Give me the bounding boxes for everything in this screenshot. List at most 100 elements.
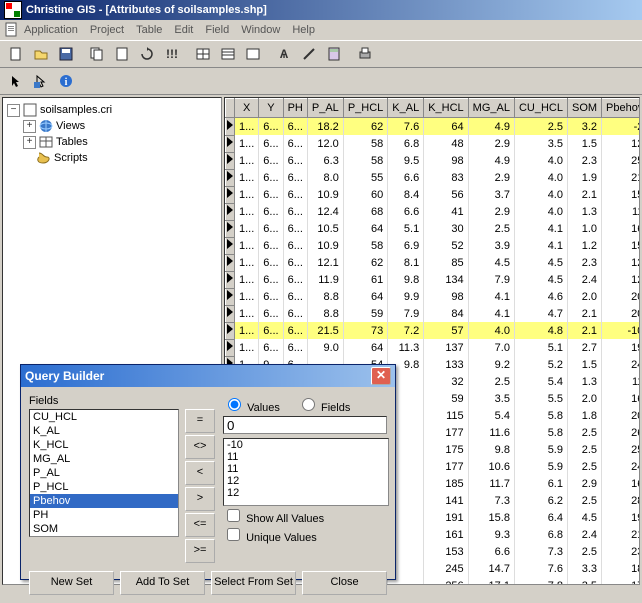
cell[interactable]: 9.9 (388, 288, 424, 305)
cell[interactable]: 20 (602, 288, 640, 305)
cell[interactable]: 6... (259, 237, 283, 254)
cell[interactable]: 1.9 (567, 169, 601, 186)
cell[interactable]: 2.5 (468, 220, 514, 237)
refresh-button[interactable] (135, 42, 159, 66)
cell[interactable]: 6... (283, 203, 307, 220)
cell[interactable]: 4.5 (514, 271, 567, 288)
cell[interactable]: 5.9 (514, 458, 567, 475)
cell[interactable]: 134 (424, 271, 468, 288)
cell[interactable]: 9.0 (307, 339, 343, 356)
cell[interactable]: 7.0 (468, 339, 514, 356)
menu-help[interactable]: Help (292, 24, 315, 36)
field-item[interactable]: K_AL (30, 424, 178, 438)
info-button[interactable]: i (54, 69, 78, 93)
cell[interactable]: 2.1 (567, 322, 601, 339)
cell[interactable]: 6.6 (388, 169, 424, 186)
cell[interactable]: 2.9 (468, 135, 514, 152)
column-header[interactable]: CU_HCL (514, 99, 567, 118)
cell[interactable]: 2.5 (567, 492, 601, 509)
cell[interactable]: 17.1 (468, 577, 514, 585)
cell[interactable]: 64 (424, 118, 468, 136)
cell[interactable]: 8.0 (307, 169, 343, 186)
cell[interactable]: 6... (283, 254, 307, 271)
cell[interactable]: 5.4 (468, 407, 514, 424)
cell[interactable]: 6... (283, 169, 307, 186)
cell[interactable]: 25 (602, 441, 640, 458)
column-header[interactable]: MG_AL (468, 99, 514, 118)
cell[interactable]: 62 (343, 118, 387, 136)
cell[interactable]: 57 (424, 322, 468, 339)
cell[interactable]: 5.5 (514, 390, 567, 407)
cell[interactable]: 10.9 (307, 186, 343, 203)
cell[interactable]: 9.3 (468, 526, 514, 543)
add-to-set-button[interactable]: Add To Set (120, 571, 205, 595)
cell[interactable]: 1... (235, 237, 259, 254)
cell[interactable]: 18 (602, 560, 640, 577)
cell[interactable]: 2.3 (567, 254, 601, 271)
radio-fields[interactable]: Fields (297, 402, 350, 414)
cell[interactable]: 6... (259, 203, 283, 220)
operator-button[interactable]: >= (185, 539, 215, 563)
field-item[interactable]: K_HCL (30, 438, 178, 452)
cell[interactable]: 1.2 (567, 237, 601, 254)
field-item[interactable]: SOM (30, 522, 178, 536)
paste-button[interactable] (110, 42, 134, 66)
cell[interactable]: 4.9 (468, 118, 514, 136)
cell[interactable]: 20 (602, 305, 640, 322)
cell[interactable]: 6.4 (514, 509, 567, 526)
cell[interactable]: 11 (602, 373, 640, 390)
column-header[interactable]: X (235, 99, 259, 118)
cell[interactable]: 177 (424, 424, 468, 441)
cell[interactable]: 5.9 (514, 441, 567, 458)
cell[interactable]: 62 (343, 254, 387, 271)
column-header[interactable]: P_AL (307, 99, 343, 118)
cell[interactable]: 4.7 (514, 305, 567, 322)
cell[interactable]: 12 (602, 254, 640, 271)
cell[interactable]: 5.1 (388, 220, 424, 237)
cell[interactable]: 18.2 (307, 118, 343, 136)
show-all-checkbox[interactable]: Show All Values (223, 506, 387, 525)
cell[interactable]: 4.1 (514, 237, 567, 254)
cell[interactable]: 64 (343, 339, 387, 356)
cell[interactable]: 64 (343, 220, 387, 237)
cell[interactable]: 11.6 (468, 424, 514, 441)
close-dialog-button[interactable]: Close (302, 571, 387, 595)
find-button[interactable]: Ѧ (272, 42, 296, 66)
cell[interactable]: 1.5 (567, 356, 601, 373)
cell[interactable]: 4.0 (514, 169, 567, 186)
cell[interactable]: 1... (235, 152, 259, 169)
cell[interactable]: 21 (602, 169, 640, 186)
cell[interactable]: 6... (259, 118, 283, 136)
cell[interactable]: 3.3 (567, 560, 601, 577)
expand-icon[interactable]: + (23, 136, 36, 149)
cell[interactable]: 1... (235, 271, 259, 288)
cell[interactable]: 6... (283, 118, 307, 136)
cell[interactable]: 6... (259, 305, 283, 322)
cell[interactable]: 2.1 (567, 186, 601, 203)
cell[interactable]: 52 (424, 237, 468, 254)
tree-views[interactable]: Views (56, 120, 85, 132)
cell[interactable]: 161 (424, 526, 468, 543)
field-item[interactable]: CU_HCL (30, 410, 178, 424)
column-header[interactable]: PH (283, 99, 307, 118)
cell[interactable]: 6... (283, 339, 307, 356)
tree-tables[interactable]: Tables (56, 136, 88, 148)
value-item[interactable]: 11 (224, 463, 388, 475)
cell[interactable]: 16 (602, 220, 640, 237)
cell[interactable]: 4.1 (468, 288, 514, 305)
cell[interactable]: 6.2 (514, 492, 567, 509)
value-item[interactable]: -10 (224, 439, 388, 451)
operator-button[interactable]: = (185, 409, 215, 433)
cell[interactable]: 6... (283, 322, 307, 339)
cell[interactable]: 4.9 (468, 152, 514, 169)
cell[interactable]: 1.0 (567, 220, 601, 237)
cell[interactable]: 1.8 (567, 407, 601, 424)
cell[interactable]: 2.4 (567, 271, 601, 288)
value-input[interactable] (223, 416, 387, 434)
cell[interactable]: 3.5 (468, 390, 514, 407)
cell[interactable]: 26 (602, 424, 640, 441)
cell[interactable]: 7.6 (388, 118, 424, 136)
cell[interactable]: 14.7 (468, 560, 514, 577)
cell[interactable]: 6.9 (388, 237, 424, 254)
cell[interactable]: 4.0 (514, 152, 567, 169)
